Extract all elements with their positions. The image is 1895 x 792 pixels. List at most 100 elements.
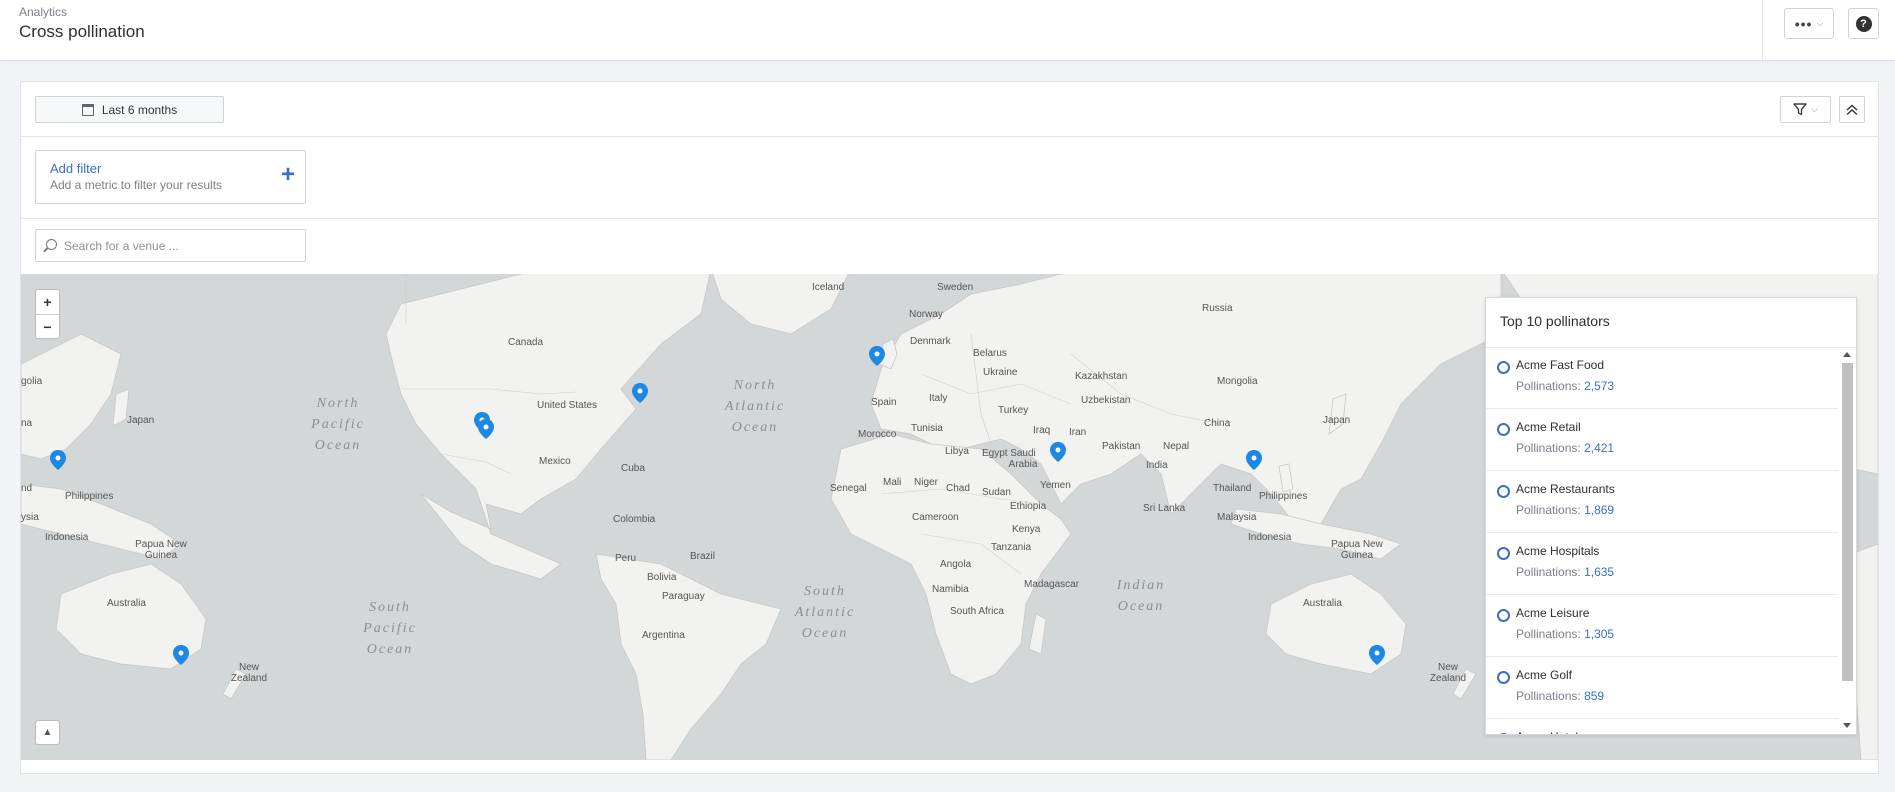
filter-dropdown-button[interactable]: ⌵ [1780, 96, 1831, 123]
main-card: Last 6 months ⌵ Add filter Add a metric … [20, 81, 1879, 774]
label-uzbekistan: Uzbekistan [1081, 395, 1130, 406]
label-yemen: Yemen [1040, 480, 1071, 491]
radio-button[interactable] [1497, 547, 1510, 560]
compass-button[interactable]: ▲ [35, 720, 60, 745]
label-saudi-arabia: Saudi Arabia [1009, 448, 1038, 470]
label-edge-nd: nd [21, 483, 32, 494]
label-new-zealand-east: New Zealand [1430, 662, 1466, 684]
chevron-down-icon: ⌵ [1816, 18, 1824, 28]
breadcrumb[interactable]: Analytics [19, 5, 67, 19]
list-item[interactable]: Acme Restaurants Pollinations: 1,869 [1486, 471, 1838, 533]
label-cameroon: Cameroon [912, 512, 959, 523]
list-item[interactable]: Acme Golf Pollinations: 859 [1486, 657, 1838, 719]
radio-button[interactable] [1497, 485, 1510, 498]
search-input[interactable] [64, 230, 299, 261]
label-new-zealand-west: New Zealand [231, 662, 267, 684]
label-belarus: Belarus [973, 348, 1007, 359]
label-edge-golia: golia [21, 376, 43, 387]
label-chad: Chad [946, 483, 970, 494]
pollinator-count: Pollinations: 859 [1516, 689, 1604, 703]
pollinations-value: 1,869 [1584, 503, 1615, 517]
pollinations-label: Pollinations: [1516, 441, 1581, 455]
pollinations-value: 1,635 [1584, 565, 1615, 579]
pollinator-count: Pollinations: 2,421 [1516, 441, 1614, 455]
divider [1762, 0, 1763, 60]
list-item[interactable]: Acme Hotels [1486, 719, 1838, 734]
label-south-africa: South Africa [950, 606, 1004, 617]
list-item[interactable]: Acme Fast Food Pollinations: 2,573 [1486, 347, 1838, 409]
label-sri-lanka: Sri Lanka [1143, 503, 1186, 514]
label-mali: Mali [883, 477, 901, 488]
label-north-atlantic: North Atlantic Ocean [724, 378, 785, 435]
pollinator-name: Acme Hospitals [1516, 544, 1600, 558]
label-sweden: Sweden [937, 282, 973, 293]
radio-button[interactable] [1497, 423, 1510, 436]
marker-pin-hong-kong-west[interactable] [50, 450, 66, 470]
label-kenya: Kenya [1012, 524, 1041, 535]
list-item[interactable]: Acme Leisure Pollinations: 1,305 [1486, 595, 1838, 657]
add-filter-button[interactable]: Add filter Add a metric to filter your r… [35, 150, 306, 204]
add-filter-title: Add filter [50, 161, 102, 176]
radio-button[interactable] [1497, 609, 1510, 622]
label-madagascar: Madagascar [1024, 579, 1080, 590]
label-angola: Angola [940, 559, 972, 570]
label-japan-east: Japan [1323, 415, 1350, 426]
top-bar: Analytics Cross pollination ••• ⌵ ? [0, 0, 1895, 61]
label-canada: Canada [508, 337, 543, 348]
label-cuba: Cuba [621, 463, 645, 474]
label-indian-ocean: Indian Ocean [1116, 578, 1166, 614]
label-senegal: Senegal [830, 483, 867, 494]
pollinations-label: Pollinations: [1516, 689, 1581, 703]
add-filter-subtitle: Add a metric to filter your results [50, 178, 223, 192]
pollinations-label: Pollinations: [1516, 503, 1581, 517]
scroll-up-icon[interactable] [1843, 352, 1851, 357]
pollinator-count: Pollinations: 2,573 [1516, 379, 1614, 393]
search-icon [46, 239, 57, 250]
date-range-button[interactable]: Last 6 months [35, 96, 224, 123]
radio-button[interactable] [1497, 361, 1510, 374]
label-denmark: Denmark [910, 336, 952, 347]
pollinations-value: 859 [1584, 689, 1605, 703]
label-tunisia: Tunisia [911, 423, 943, 434]
label-iceland: Iceland [812, 282, 844, 293]
label-peru: Peru [615, 553, 636, 564]
radio-button[interactable] [1497, 733, 1510, 734]
label-iran: Iran [1069, 427, 1086, 438]
chevron-up-double-icon [1846, 104, 1858, 115]
scroll-down-icon[interactable] [1843, 723, 1851, 728]
pollinator-name: Acme Golf [1516, 668, 1573, 682]
search-field[interactable] [35, 229, 306, 262]
label-namibia: Namibia [932, 584, 969, 595]
collapse-button[interactable] [1839, 96, 1865, 123]
page-title: Cross pollination [19, 22, 145, 41]
panel-scrollbar[interactable] [1840, 347, 1854, 733]
list-item[interactable]: Acme Hospitals Pollinations: 1,635 [1486, 533, 1838, 595]
world-map[interactable]: Iceland Sweden Norway Russia Canada Denm… [21, 274, 1878, 760]
pollinator-list: Acme Fast Food Pollinations: 2,573 Acme Re… [1486, 347, 1838, 734]
label-pakistan: Pakistan [1102, 441, 1140, 452]
label-indonesia-west: Indonesia [45, 532, 89, 543]
zoom-out-button[interactable]: − [36, 315, 59, 339]
label-philippines-east: Philippines [1259, 491, 1307, 502]
pollinations-label: Pollinations: [1516, 565, 1581, 579]
label-north-pacific: North Pacific Ocean [310, 396, 365, 453]
label-india: India [1146, 460, 1168, 471]
label-iraq: Iraq [1033, 425, 1050, 436]
help-button[interactable]: ? [1848, 8, 1879, 39]
list-item[interactable]: Acme Retail Pollinations: 2,421 [1486, 409, 1838, 471]
label-ethiopia: Ethiopia [1010, 501, 1047, 512]
scroll-thumb[interactable] [1842, 363, 1853, 681]
search-section [21, 218, 1878, 274]
pollinations-label: Pollinations: [1516, 627, 1581, 641]
label-philippines-west: Philippines [65, 491, 113, 502]
pollinations-label: Pollinations: [1516, 379, 1581, 393]
label-mongolia: Mongolia [1217, 376, 1258, 387]
zoom-in-button[interactable]: + [36, 290, 59, 315]
pollinator-count: Pollinations: 1,635 [1516, 565, 1614, 579]
pollinator-name: Acme Leisure [1516, 606, 1590, 620]
radio-button[interactable] [1497, 671, 1510, 684]
calendar-icon [81, 103, 94, 116]
marker-pin-east-us[interactable] [632, 383, 648, 403]
land-asia-west-edge [21, 333, 122, 460]
more-actions-button[interactable]: ••• ⌵ [1784, 8, 1834, 39]
